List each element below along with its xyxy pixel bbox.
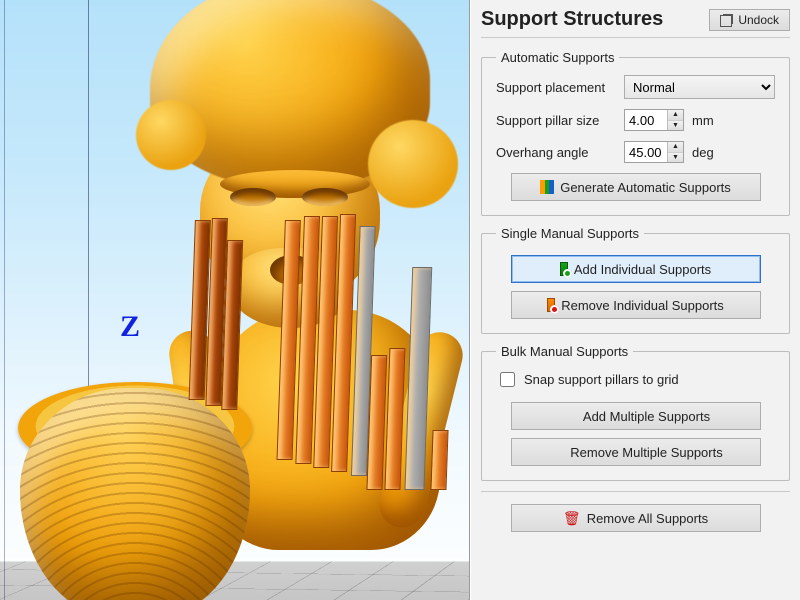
- single-manual-supports-group: Single Manual Supports Add Individual Su…: [481, 226, 790, 334]
- divider: [481, 491, 790, 492]
- undock-button[interactable]: Undock: [709, 9, 790, 31]
- generate-automatic-supports-label: Generate Automatic Supports: [560, 180, 731, 195]
- support-pillar-size-input[interactable]: [625, 110, 667, 130]
- overhang-angle-input[interactable]: [625, 142, 667, 162]
- remove-support-icon: [547, 298, 555, 312]
- build-plate: [0, 562, 470, 600]
- overhang-angle-label: Overhang angle: [496, 145, 616, 160]
- grid-vertical-line: [88, 0, 89, 600]
- viewport-3d[interactable]: Z: [0, 0, 470, 600]
- generated-support-structures: [330, 230, 470, 490]
- stepper-down-icon[interactable]: ▼: [668, 153, 683, 163]
- support-pillar-size-unit: mm: [692, 113, 722, 128]
- add-support-icon: [560, 262, 568, 276]
- single-manual-supports-legend: Single Manual Supports: [496, 226, 644, 241]
- automatic-supports-legend: Automatic Supports: [496, 50, 619, 65]
- snap-to-grid-checkbox[interactable]: [500, 372, 515, 387]
- stepper-up-icon[interactable]: ▲: [668, 142, 683, 153]
- bulk-manual-supports-legend: Bulk Manual Supports: [496, 344, 633, 359]
- model-preview: [150, 0, 470, 540]
- generate-icon: [540, 180, 554, 194]
- divider: [481, 37, 790, 38]
- add-individual-supports-button[interactable]: Add Individual Supports: [511, 255, 761, 283]
- support-structures-panel: Support Structures Undock Automatic Supp…: [470, 0, 800, 600]
- generate-automatic-supports-button[interactable]: Generate Automatic Supports: [511, 173, 761, 201]
- undock-icon: [720, 15, 732, 27]
- support-placement-label: Support placement: [496, 80, 616, 95]
- automatic-supports-group: Automatic Supports Support placement Nor…: [481, 50, 790, 216]
- stepper-up-icon[interactable]: ▲: [668, 110, 683, 121]
- axis-z-indicator: Z: [120, 310, 140, 344]
- overhang-angle-stepper[interactable]: ▲▼: [624, 141, 684, 163]
- remove-multiple-supports-button[interactable]: Remove Multiple Supports: [511, 438, 761, 466]
- stepper-down-icon[interactable]: ▼: [668, 121, 683, 131]
- support-pillar-size-label: Support pillar size: [496, 113, 616, 128]
- add-multiple-supports-label: Add Multiple Supports: [583, 409, 710, 424]
- snap-to-grid-checkbox-row[interactable]: Snap support pillars to grid: [496, 369, 775, 390]
- trash-icon: 🗑: [563, 511, 581, 525]
- undock-label: Undock: [738, 13, 779, 27]
- remove-multiple-supports-label: Remove Multiple Supports: [570, 445, 722, 460]
- remove-all-supports-button[interactable]: 🗑 Remove All Supports: [511, 504, 761, 532]
- support-pillar-size-stepper[interactable]: ▲▼: [624, 109, 684, 131]
- bulk-manual-supports-group: Bulk Manual Supports Snap support pillar…: [481, 344, 790, 481]
- remove-individual-supports-button[interactable]: Remove Individual Supports: [511, 291, 761, 319]
- remove-individual-supports-label: Remove Individual Supports: [561, 298, 724, 313]
- add-individual-supports-label: Add Individual Supports: [574, 262, 711, 277]
- remove-all-supports-label: Remove All Supports: [587, 511, 708, 526]
- support-placement-select[interactable]: Normal: [624, 75, 775, 99]
- grid-vertical-line: [4, 0, 5, 600]
- overhang-angle-unit: deg: [692, 145, 722, 160]
- add-multiple-supports-button[interactable]: Add Multiple Supports: [511, 402, 761, 430]
- snap-to-grid-label: Snap support pillars to grid: [524, 372, 679, 387]
- panel-title: Support Structures: [481, 8, 663, 31]
